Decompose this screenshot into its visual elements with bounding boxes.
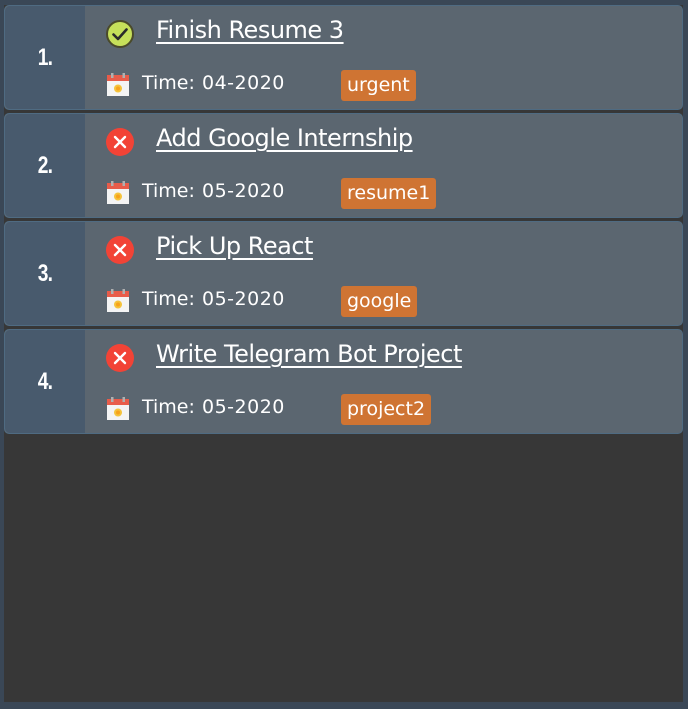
task-card[interactable]: 3. Pick Up React Time: 05-2020 google xyxy=(4,221,683,326)
time-value: 05-2020 xyxy=(202,180,285,202)
cross-circle-icon xyxy=(106,344,134,372)
task-index: 1. xyxy=(37,43,53,71)
task-title[interactable]: Finish Resume 3 xyxy=(156,16,344,44)
time-label: Time: xyxy=(142,396,195,418)
tag-badge: google xyxy=(341,286,418,317)
task-index: 2. xyxy=(37,151,53,179)
task-card[interactable]: 4. Write Telegram Bot Project Time: 05-2… xyxy=(4,329,683,434)
task-title[interactable]: Add Google Internship xyxy=(156,124,413,152)
tag-badge: resume1 xyxy=(341,178,437,209)
task-index: 3. xyxy=(37,259,53,287)
cross-circle-icon xyxy=(106,128,134,156)
task-title[interactable]: Pick Up React xyxy=(156,232,313,260)
time-label: Time: xyxy=(142,72,195,94)
tag-badge: urgent xyxy=(341,70,416,101)
cross-circle-icon xyxy=(106,236,134,264)
task-list[interactable]: 1. Finish Resume 3 Time: 04-2020 urgent … xyxy=(4,5,683,702)
time-value: 05-2020 xyxy=(202,396,285,418)
time-label: Time: xyxy=(142,180,195,202)
task-index-box: 2. xyxy=(5,114,85,217)
task-index-box: 3. xyxy=(5,222,85,325)
time-value: 05-2020 xyxy=(202,288,285,310)
check-circle-icon xyxy=(106,20,134,48)
calendar-icon xyxy=(107,397,129,420)
calendar-icon xyxy=(107,289,129,312)
calendar-icon xyxy=(107,181,129,204)
tag-badge: project2 xyxy=(341,394,432,425)
task-index: 4. xyxy=(37,367,53,395)
task-card[interactable]: 1. Finish Resume 3 Time: 04-2020 urgent xyxy=(4,5,683,110)
calendar-icon xyxy=(107,73,129,96)
task-index-box: 4. xyxy=(5,330,85,433)
time-label: Time: xyxy=(142,288,195,310)
task-title[interactable]: Write Telegram Bot Project xyxy=(156,340,462,368)
time-value: 04-2020 xyxy=(202,72,285,94)
task-card[interactable]: 2. Add Google Internship Time: 05-2020 r… xyxy=(4,113,683,218)
task-index-box: 1. xyxy=(5,6,85,109)
